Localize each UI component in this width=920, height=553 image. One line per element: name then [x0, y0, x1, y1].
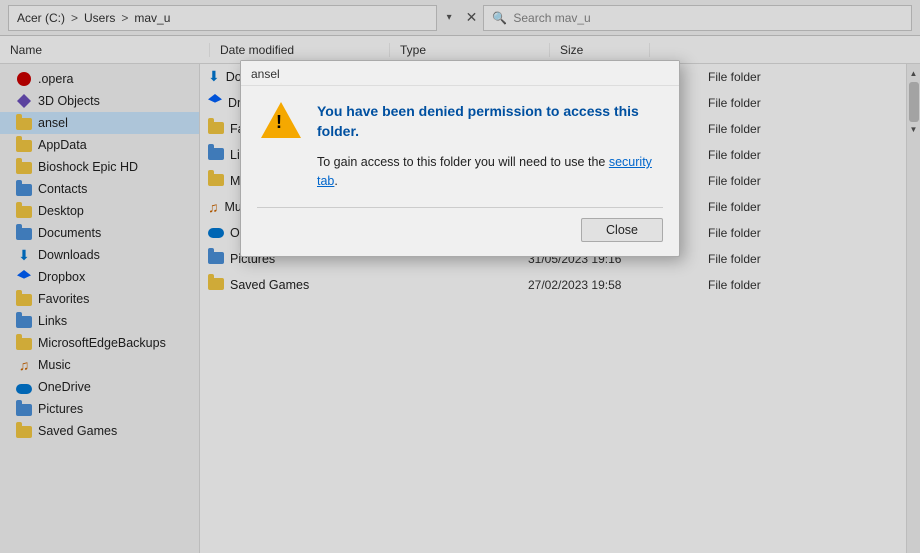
dialog-body: To gain access to this folder you will n… — [317, 153, 659, 191]
dialog-body-text: To gain access to this folder you will n… — [317, 155, 605, 169]
dialog-titlebar: ansel — [241, 61, 679, 86]
modal-overlay: ansel You have been denied permission to… — [0, 0, 920, 553]
dialog-footer: Close — [241, 208, 679, 256]
dialog-content: You have been denied permission to acces… — [241, 86, 679, 207]
dialog-body-end: . — [334, 174, 337, 188]
dialog-heading: You have been denied permission to acces… — [317, 102, 659, 141]
dialog-text-area: You have been denied permission to acces… — [317, 102, 659, 191]
close-button[interactable]: Close — [581, 218, 663, 242]
warning-triangle — [261, 102, 301, 138]
warning-icon — [261, 102, 301, 142]
permission-dialog: ansel You have been denied permission to… — [240, 60, 680, 257]
explorer-window: Acer (C:) > Users > mav_u ▾ ✕ 🔍 Search m… — [0, 0, 920, 553]
dialog-title: ansel — [251, 67, 280, 81]
